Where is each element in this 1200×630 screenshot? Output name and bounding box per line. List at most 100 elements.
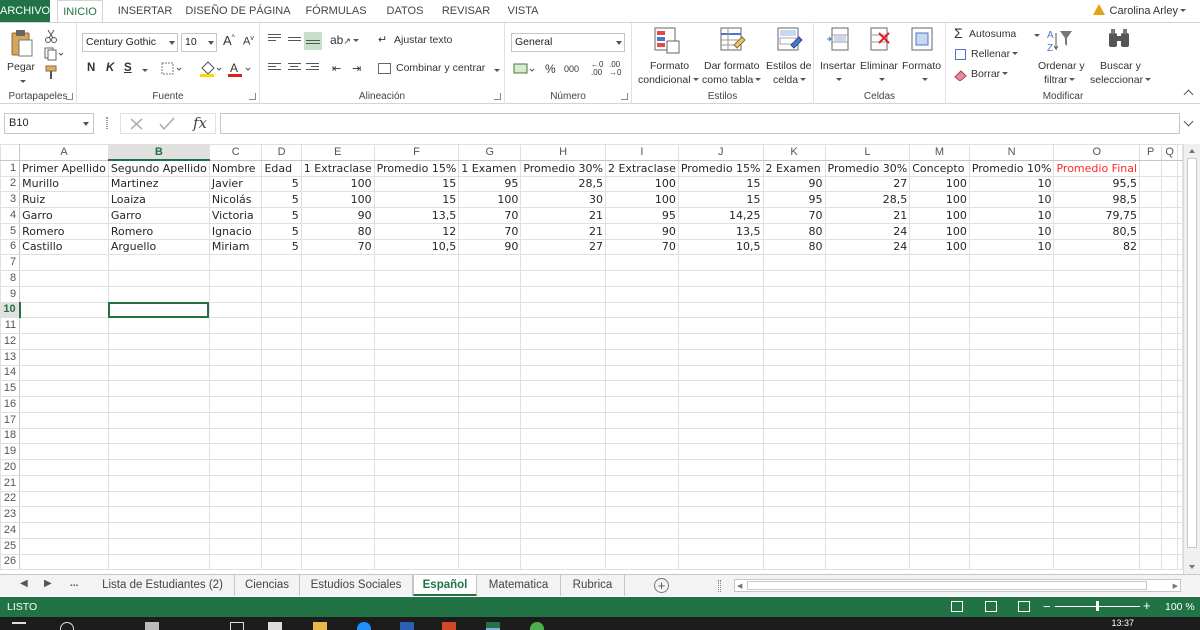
cell[interactable]	[1177, 159, 1183, 177]
cell[interactable]	[373, 474, 460, 492]
cell[interactable]	[208, 364, 263, 382]
cell[interactable]	[458, 411, 522, 429]
cell[interactable]	[458, 348, 522, 366]
cell[interactable]: Edad	[261, 159, 302, 177]
cell[interactable]	[261, 285, 302, 303]
cell[interactable]	[968, 285, 1055, 303]
cell[interactable]: 90	[300, 207, 375, 224]
cell[interactable]	[458, 443, 522, 460]
cell[interactable]	[300, 459, 375, 476]
cell[interactable]	[19, 364, 109, 382]
cell[interactable]	[261, 254, 302, 271]
cell[interactable]	[300, 522, 375, 539]
scroll-down-icon[interactable]	[1189, 565, 1195, 569]
cell[interactable]	[1177, 175, 1183, 193]
cell[interactable]	[261, 380, 302, 397]
cell[interactable]: 27	[824, 175, 911, 193]
edge-icon[interactable]	[357, 622, 371, 630]
row-header[interactable]: 19	[0, 443, 21, 460]
cell[interactable]	[1177, 427, 1183, 445]
cell[interactable]	[261, 537, 302, 555]
scroll-up-icon[interactable]	[1189, 149, 1195, 153]
cell[interactable]	[520, 254, 606, 271]
cell[interactable]: 15	[677, 191, 764, 208]
cell[interactable]	[1139, 191, 1163, 208]
cell[interactable]	[604, 380, 679, 397]
cell[interactable]	[968, 522, 1055, 539]
cell[interactable]	[968, 348, 1055, 366]
cell[interactable]	[762, 364, 826, 382]
cell[interactable]	[458, 474, 522, 492]
cell[interactable]	[1139, 333, 1163, 350]
cell[interactable]	[1177, 459, 1183, 476]
zoom-out-icon[interactable]: −	[1043, 599, 1051, 614]
taskbar-clock[interactable]: 13:37	[1111, 618, 1134, 628]
cell[interactable]	[458, 270, 522, 287]
page-layout-view-icon[interactable]	[985, 601, 997, 612]
cell[interactable]: Arguello	[107, 238, 210, 256]
cell[interactable]	[909, 348, 970, 366]
tab-vista[interactable]: VISTA	[502, 0, 544, 22]
cell[interactable]	[604, 506, 679, 523]
cell[interactable]	[300, 254, 375, 271]
cell[interactable]	[107, 254, 210, 271]
cell[interactable]	[762, 380, 826, 397]
cell[interactable]	[677, 522, 764, 539]
cell[interactable]: Promedio 10%	[968, 159, 1055, 177]
cell[interactable]	[300, 364, 375, 382]
chevron-down-icon[interactable]	[142, 69, 148, 72]
cell[interactable]	[677, 380, 764, 397]
cell[interactable]: 5	[261, 222, 302, 240]
cell[interactable]	[19, 396, 109, 413]
cell[interactable]	[1139, 459, 1163, 476]
cell[interactable]	[968, 411, 1055, 429]
cell[interactable]	[968, 537, 1055, 555]
cell[interactable]	[208, 506, 263, 523]
cell[interactable]	[762, 254, 826, 271]
cell[interactable]	[1053, 443, 1141, 460]
cell[interactable]: 70	[300, 238, 375, 256]
cell[interactable]	[458, 317, 522, 334]
cell[interactable]: Miriam	[208, 238, 263, 256]
cell[interactable]	[968, 506, 1055, 523]
cell[interactable]	[373, 364, 460, 382]
cell[interactable]: 100	[909, 207, 970, 224]
cell[interactable]	[19, 254, 109, 271]
tab-formulas[interactable]: FÓRMULAS	[300, 0, 372, 22]
cell[interactable]	[520, 537, 606, 555]
cell[interactable]	[1139, 317, 1163, 334]
cell[interactable]	[1139, 506, 1163, 523]
cell[interactable]: 21	[520, 207, 606, 224]
row-header[interactable]: 5	[0, 222, 21, 240]
cell[interactable]	[968, 380, 1055, 397]
cell[interactable]: Primer Apellido	[19, 159, 109, 177]
borders-icon[interactable]	[161, 62, 183, 76]
next-sheet-icon[interactable]: ▶	[44, 578, 52, 589]
cell[interactable]	[208, 443, 263, 460]
copy-icon[interactable]	[44, 47, 64, 61]
cell[interactable]	[762, 317, 826, 334]
cell[interactable]	[1177, 490, 1183, 508]
cell[interactable]	[909, 411, 970, 429]
cell[interactable]	[1161, 443, 1178, 460]
column-header-n[interactable]: N	[968, 144, 1055, 161]
cell[interactable]	[677, 553, 764, 571]
cell[interactable]	[520, 348, 606, 366]
cell[interactable]	[458, 285, 522, 303]
prev-sheet-icon[interactable]: ◀	[20, 578, 28, 589]
cell[interactable]	[677, 427, 764, 445]
cell[interactable]: 80	[762, 238, 826, 256]
cell[interactable]	[373, 380, 460, 397]
cell[interactable]	[604, 537, 679, 555]
horizontal-scroll-thumb[interactable]	[747, 581, 1147, 590]
cell[interactable]	[1161, 301, 1178, 319]
row-header[interactable]: 4	[0, 207, 21, 224]
cell[interactable]	[1053, 333, 1141, 350]
cell[interactable]	[762, 490, 826, 508]
cell[interactable]: Ignacio	[208, 222, 263, 240]
cell[interactable]	[300, 348, 375, 366]
cell[interactable]	[261, 317, 302, 334]
cell[interactable]	[1161, 506, 1178, 523]
format-painter-icon[interactable]	[44, 65, 60, 81]
cell[interactable]	[107, 427, 210, 445]
